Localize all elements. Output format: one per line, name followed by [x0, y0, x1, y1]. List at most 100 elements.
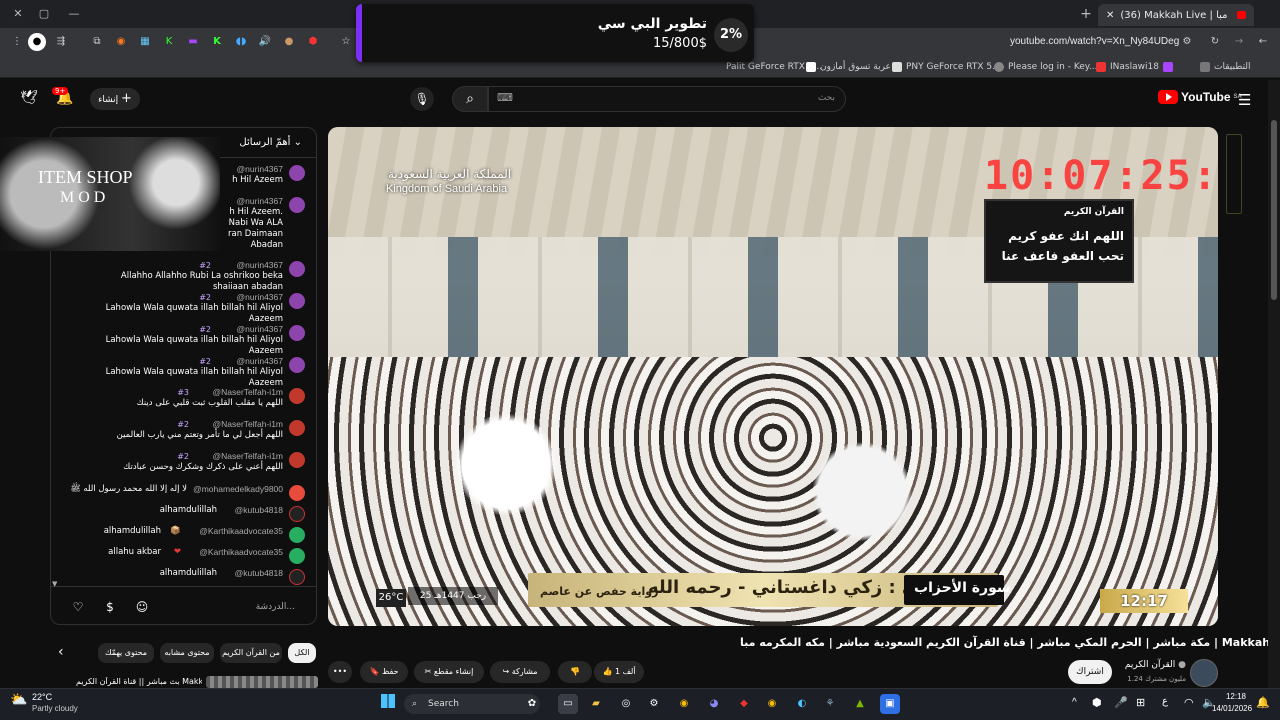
like-button[interactable]: 👍 1 ألف — [594, 661, 644, 683]
hamburger-menu-icon[interactable]: ☰ — [1238, 91, 1251, 109]
bookmark-apps[interactable]: التطبيقات — [1200, 59, 1251, 75]
tray-overflow-icon[interactable]: ^ — [1072, 697, 1077, 708]
wifi-icon[interactable]: ◠ — [1184, 696, 1194, 709]
more-actions-button[interactable]: ••• — [328, 661, 352, 683]
extension-kick-icon[interactable]: K — [208, 33, 226, 51]
extension-brown-icon[interactable]: ● — [280, 33, 298, 51]
windows-start-icon[interactable] — [378, 694, 398, 714]
app-red-icon[interactable]: ◆ — [734, 694, 754, 714]
recommended-thumbnail[interactable] — [206, 676, 318, 688]
task-view-icon[interactable]: ▭ — [558, 694, 578, 714]
chip-from-quran[interactable]: من القرآن الكريم — [220, 643, 282, 663]
search-button[interactable]: ⌕ — [452, 86, 488, 112]
channel-avatar[interactable] — [1190, 659, 1218, 687]
clip-button[interactable]: ✂ إنشاء مقطع — [414, 661, 484, 683]
xbox-icon[interactable]: ◎ — [616, 694, 636, 714]
network-icon[interactable]: ⊞ — [1136, 696, 1145, 709]
profile-avatar-icon[interactable]: ● — [28, 33, 46, 51]
close-tab-icon[interactable]: ✕ — [1106, 10, 1114, 21]
reload-icon[interactable]: ↻ — [1206, 33, 1224, 51]
create-button[interactable]: إنشاء + — [90, 88, 140, 110]
menu-dots-icon[interactable]: ⋮ — [8, 33, 26, 51]
verified-icon: ● — [1178, 660, 1186, 670]
search-input[interactable]: ⌨ بحث — [488, 86, 846, 112]
channel-name[interactable]: القرآن الكريم ● — [1120, 660, 1186, 670]
chips-scroll-left-icon[interactable]: ‹ — [58, 644, 64, 660]
extension-red-icon[interactable]: ⬢ — [304, 33, 322, 51]
chat-input[interactable]: الدردشة... — [155, 595, 299, 619]
extension-orange-icon[interactable]: ◉ — [112, 33, 130, 51]
voice-search-mic-icon[interactable]: 🎙 — [410, 87, 434, 111]
discord-icon[interactable]: ◕ — [704, 694, 724, 714]
chat-message: @mohamedelkady9800 لا إله إلا الله محمد … — [51, 484, 313, 501]
chat-avatar — [289, 293, 305, 309]
weather-temperature[interactable]: 22°C — [32, 692, 52, 702]
extension-k-icon[interactable]: K — [160, 33, 178, 51]
bookmark-inaslawi[interactable]: INaslawi18 — [1096, 59, 1173, 75]
dislike-button[interactable]: 👎 — [558, 661, 592, 683]
site-settings-icon[interactable]: ⚙ — [1178, 33, 1196, 51]
chat-filter-dropdown[interactable]: أهمّ الرسائل ⌄ — [239, 137, 302, 148]
microphone-icon[interactable]: 🎤 — [1114, 696, 1128, 709]
super-chat-icon[interactable]: $ — [101, 598, 119, 616]
share-button[interactable]: ↪ مشاركة — [490, 661, 550, 683]
subscribe-button[interactable]: اشتراك — [1068, 660, 1112, 684]
chat-avatar — [289, 357, 305, 373]
weather-description[interactable]: Partly cloudy — [32, 704, 78, 713]
app-blue-icon[interactable]: ▣ — [880, 694, 900, 714]
heart-reaction-icon[interactable]: ♡ — [69, 598, 87, 616]
new-tab-button[interactable]: + — [1078, 6, 1094, 22]
tray-app-icon[interactable]: ⬢ — [1092, 696, 1102, 709]
scrollbar-thumb[interactable] — [1271, 120, 1277, 300]
bookmark-pny[interactable]: PNY GeForce RTX 5... — [892, 59, 1001, 75]
extensions-puzzle-icon[interactable]: ⧉ — [88, 33, 106, 51]
extension-purple-icon[interactable]: ▬ — [184, 33, 202, 51]
recommended-title[interactable]: بث مباشر || قناة القرآن الكريم Makkah — [76, 677, 202, 686]
minimize-window-icon[interactable]: — — [66, 6, 82, 22]
taskbar-search[interactable]: ⌕ Search — [404, 694, 540, 714]
youtube-logo[interactable]: YouTube SA — [1158, 90, 1242, 104]
nvidia-icon[interactable]: ▲ — [850, 694, 870, 714]
back-icon[interactable]: ← — [1254, 33, 1272, 51]
extension-grid-icon[interactable]: ▦ — [136, 33, 154, 51]
bookmark-star-icon[interactable]: ☆ — [337, 33, 355, 51]
volume-icon[interactable]: 🔊 — [256, 33, 274, 51]
chip-similar[interactable]: محتوى مشابه — [160, 643, 214, 663]
bookmark-keylogin[interactable]: Please log in - Key... — [994, 59, 1097, 75]
forward-icon[interactable]: → — [1230, 33, 1248, 51]
notifications-icon[interactable]: 🔔 — [1256, 696, 1270, 709]
taskbar-time[interactable]: 12:18 — [1222, 692, 1246, 701]
bookmark-amazon-cart[interactable]: عربة تسوق أمازون — [806, 59, 891, 75]
video-player[interactable]: المملكة العربية السعودية Kingdom of Saud… — [328, 127, 1218, 626]
chrome-icon[interactable]: ◉ — [674, 694, 694, 714]
chip-all[interactable]: الكل — [288, 643, 316, 663]
save-button[interactable]: 🔖 حفظ — [360, 661, 408, 683]
maximize-window-icon[interactable]: ▢ — [36, 6, 52, 22]
tab-search-icon[interactable]: ⇶ — [52, 33, 70, 51]
emoji-picker-icon[interactable]: ☺ — [133, 598, 151, 616]
extension-audio-icon[interactable]: ◖◗ — [232, 33, 250, 51]
steam-icon[interactable]: ⚘ — [820, 694, 840, 714]
avatar[interactable]: 🕊 — [20, 90, 42, 108]
member-badge: #2 — [199, 293, 211, 302]
keyboard-language[interactable]: ع — [1162, 696, 1168, 707]
chip-for-you[interactable]: محتوى يهمّك — [98, 643, 154, 663]
address-bar[interactable]: youtube.com/watch?v=Xn_Ny84UDeg — [1010, 32, 1200, 52]
copilot-icon[interactable]: ✿ — [522, 694, 542, 714]
chat-avatar — [289, 506, 305, 522]
page-scrollbar[interactable] — [1268, 80, 1280, 688]
chat-avatar — [289, 165, 305, 181]
chrome-canary-icon[interactable]: ◉ — [762, 694, 782, 714]
weather-sun-icon[interactable]: ⛅ — [10, 692, 30, 712]
tab-makkah-live[interactable]: ✕ (36) Makkah Live | مكة مبا — [1098, 4, 1254, 26]
chat-avatar — [289, 325, 305, 341]
taskbar-date[interactable]: 14/01/2026 — [1212, 704, 1252, 713]
apps-grid-icon — [1200, 62, 1210, 72]
edge-icon[interactable]: ◐ — [792, 694, 812, 714]
settings-gear-icon[interactable]: ⚙ — [644, 694, 664, 714]
chat-scroll-down-icon[interactable]: ▼ — [52, 580, 57, 588]
close-window-icon[interactable]: ✕ — [10, 6, 26, 22]
file-explorer-icon[interactable]: ▰ — [586, 694, 606, 714]
chat-message: @NaserTelfah-i1m #2 اللهم أعني على ذكرك … — [51, 451, 313, 481]
chat-message: @kutub4818 alhamdulillah — [51, 505, 313, 522]
